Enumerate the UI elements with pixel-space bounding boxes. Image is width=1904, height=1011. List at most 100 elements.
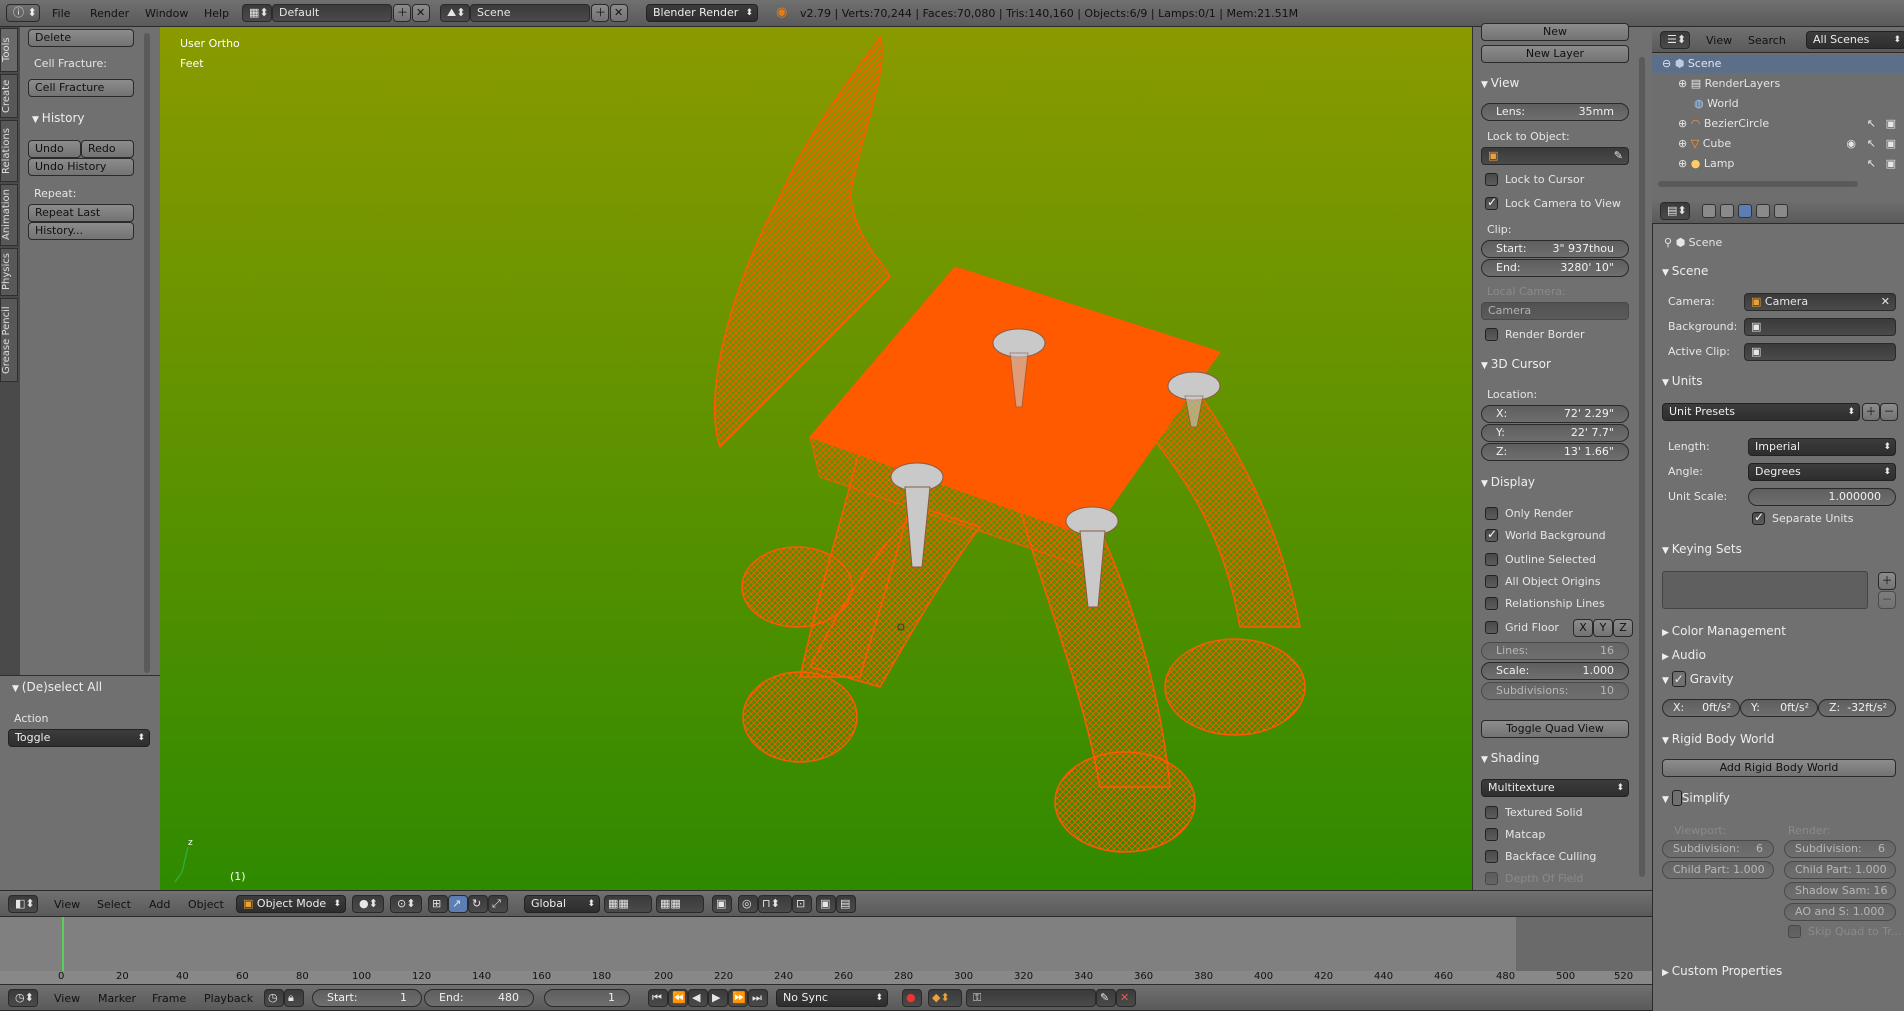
render-icon[interactable]: ▣ (1886, 157, 1896, 170)
unit-scale-field[interactable]: 1.000000 (1748, 488, 1896, 506)
timeline-menu-playback[interactable]: Playback (204, 992, 253, 1005)
audio-section[interactable]: Audio (1662, 648, 1706, 662)
view3d-editor-icon[interactable]: ◧⬍ (8, 895, 38, 913)
mode-select[interactable]: ▣ Object Mode (236, 895, 346, 913)
shading-icon[interactable]: ●⬍ (352, 895, 384, 913)
gravity-x-field[interactable]: X: 0ft/s² (1662, 699, 1740, 717)
shading-section[interactable]: Shading (1481, 751, 1540, 765)
tab-tools[interactable]: Tools (0, 28, 18, 72)
orientation-select[interactable]: Global (524, 895, 600, 913)
translate-icon[interactable]: ↗ (448, 895, 468, 913)
cursor-section[interactable]: 3D Cursor (1481, 357, 1551, 371)
angle-select[interactable]: Degrees (1748, 463, 1896, 481)
snap-icon[interactable]: ⊓⬍ (758, 895, 792, 913)
relationship-lines-checkbox[interactable] (1485, 597, 1498, 610)
menu-help[interactable]: Help (204, 7, 229, 20)
render-icon[interactable]: ▣ (1886, 137, 1896, 150)
lock-camera-checkbox[interactable] (1485, 195, 1498, 210)
outline-selected-checkbox[interactable] (1485, 553, 1498, 566)
history-section[interactable]: History (32, 111, 85, 125)
delete-button[interactable]: Delete (28, 29, 134, 47)
layers-tab-icon[interactable] (1720, 204, 1734, 218)
action-select[interactable]: Toggle (8, 729, 150, 747)
render-border-checkbox[interactable] (1485, 328, 1498, 341)
object-tab-icon[interactable] (1774, 204, 1788, 218)
preview-range-icon[interactable]: ◷ (264, 989, 284, 1007)
layout-close-icon[interactable]: ✕ (412, 4, 430, 22)
proportional-icon[interactable]: ◎ (738, 895, 758, 913)
grid-floor-checkbox[interactable] (1485, 621, 1498, 634)
n-panel-scrollbar[interactable] (1639, 57, 1645, 877)
undo-history-button[interactable]: Undo History (28, 158, 134, 176)
add-rigid-body-button[interactable]: Add Rigid Body World (1662, 759, 1896, 777)
clip-end-field[interactable]: End: 3280' 10" (1481, 259, 1629, 277)
viewport-3d[interactable]: User Ortho Feet (1) z (160, 27, 1472, 890)
view-menu-select[interactable]: Select (97, 898, 131, 911)
scene-field[interactable]: Scene (470, 4, 590, 22)
world-tab-icon[interactable] (1756, 204, 1770, 218)
manipulator-icon[interactable]: ⊞ (428, 895, 448, 913)
axis-z-toggle[interactable]: Z (1613, 619, 1633, 637)
custom-properties-section[interactable]: Custom Properties (1662, 964, 1782, 978)
all-origins-checkbox[interactable] (1485, 575, 1498, 588)
outliner-row-lamp[interactable]: ⊕ ● Lamp ↖ ▣ (1652, 155, 1904, 173)
end-frame-field[interactable]: End: 480 (424, 989, 534, 1007)
play-icon[interactable]: ▶ (708, 989, 728, 1007)
tab-grease-pencil[interactable]: Grease Pencil (0, 298, 18, 382)
gravity-y-field[interactable]: Y: 0ft/s² (1740, 699, 1818, 717)
layout-field[interactable]: Default (272, 4, 392, 22)
rigid-body-section[interactable]: Rigid Body World (1662, 732, 1775, 746)
timeline-menu-frame[interactable]: Frame (152, 992, 186, 1005)
gravity-section[interactable]: ✓ Gravity (1662, 671, 1734, 687)
keying-sets-section[interactable]: Keying Sets (1662, 542, 1742, 556)
eye-icon[interactable]: ◉ (1846, 137, 1856, 150)
scene-close-icon[interactable]: ✕ (610, 4, 628, 22)
toggle-quad-view-button[interactable]: Toggle Quad View (1481, 720, 1629, 738)
textured-solid-checkbox[interactable] (1485, 806, 1498, 819)
world-background-checkbox[interactable] (1485, 527, 1498, 542)
camera-clear-icon[interactable]: ✕ (1881, 294, 1890, 310)
outliner-menu-view[interactable]: View (1706, 34, 1732, 47)
eyedropper-icon[interactable]: ✎ (1614, 148, 1623, 164)
grid-scale-field[interactable]: Scale: 1.000 (1481, 662, 1629, 680)
layers-grid-2-icon[interactable]: ▦▦ (656, 895, 704, 913)
properties-editor-icon[interactable]: ▤⬍ (1660, 202, 1690, 220)
gravity-checkbox[interactable]: ✓ (1671, 671, 1686, 687)
pivot-icon[interactable]: ⊙⬍ (390, 895, 422, 913)
new-button[interactable]: New (1481, 23, 1629, 41)
simplify-checkbox[interactable] (1671, 790, 1682, 806)
lock-cursor-checkbox[interactable] (1485, 173, 1498, 186)
color-management-section[interactable]: Color Management (1662, 624, 1786, 638)
layout-icon[interactable]: ▦⬍ (242, 4, 272, 22)
keying-icon[interactable]: ◆⬍ (928, 989, 962, 1007)
jump-keyframe-back-icon[interactable]: ⏪ (668, 989, 688, 1007)
display-section[interactable]: Display (1481, 475, 1535, 489)
active-clip-field[interactable]: ▣ (1744, 343, 1896, 361)
timeline-area[interactable]: 0 20 40 60 80 100 120 140 160 180 200 22… (0, 917, 1652, 984)
jump-end-icon[interactable]: ⏭ (748, 989, 768, 1007)
current-frame-field[interactable]: 1 (544, 989, 630, 1007)
render-tab-icon[interactable] (1702, 204, 1716, 218)
scene-add-icon[interactable]: ＋ (591, 4, 609, 22)
pointer-icon[interactable]: ↖ (1867, 157, 1876, 170)
insert-keyframe-icon[interactable]: ✎ (1096, 989, 1116, 1007)
pin-icon[interactable]: ⚲ (1664, 236, 1672, 249)
view-section[interactable]: View (1481, 76, 1519, 90)
outliner-filter-select[interactable]: All Scenes (1806, 31, 1904, 49)
outliner-row-renderlayers[interactable]: ⊕ ▤ RenderLayers (1652, 75, 1904, 93)
menu-file[interactable]: File (52, 7, 70, 20)
scene-icon[interactable]: ⛰⬍ (440, 4, 470, 22)
jump-start-icon[interactable]: ⏮ (648, 989, 668, 1007)
axis-y-toggle[interactable]: Y (1593, 619, 1613, 637)
record-icon[interactable]: ● (902, 989, 922, 1007)
lock-range-icon[interactable]: 🔒︎ (284, 989, 304, 1007)
menu-render[interactable]: Render (90, 7, 129, 20)
timeline-editor-icon[interactable]: ◷⬍ (8, 989, 38, 1007)
layers-grid-icon[interactable]: ▦▦ (604, 895, 652, 913)
outliner-row-world[interactable]: ◍ World (1652, 95, 1904, 113)
tab-physics[interactable]: Physics (0, 248, 18, 296)
timeline-menu-marker[interactable]: Marker (98, 992, 136, 1005)
render-view-icon[interactable]: ▣ (816, 895, 836, 913)
lens-field[interactable]: Lens: 35mm (1481, 103, 1629, 121)
cell-fracture-button[interactable]: Cell Fracture (28, 79, 134, 97)
